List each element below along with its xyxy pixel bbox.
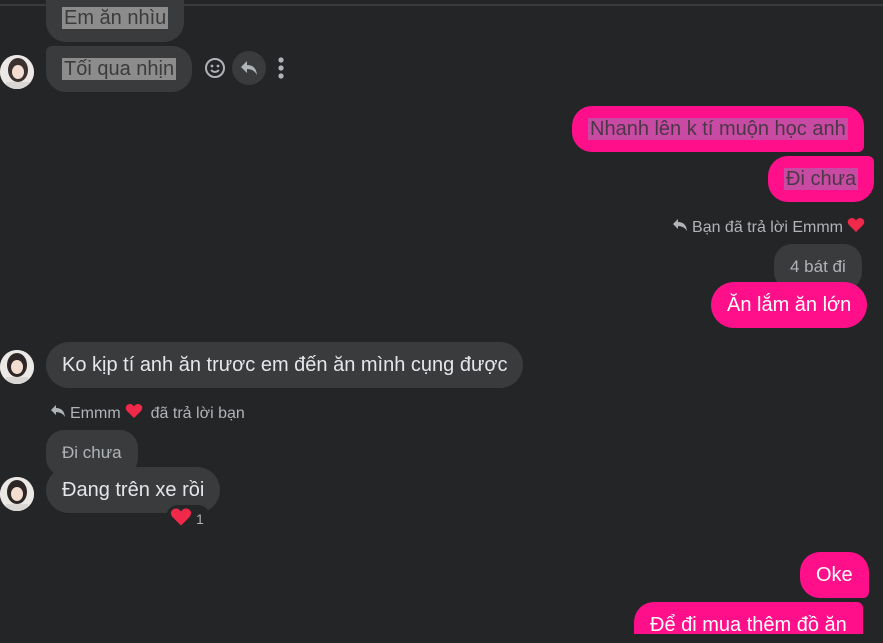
avatar[interactable]	[0, 55, 34, 89]
avatar[interactable]	[0, 477, 34, 511]
message-text: Em ăn nhìu	[62, 7, 169, 29]
message-text: Để đi mua thêm đồ ăn	[650, 614, 847, 634]
avatar[interactable]	[0, 350, 34, 384]
message-text: Ăn lắm ăn lớn	[727, 294, 852, 316]
reply-context-text: đã trả lời bạn	[150, 404, 245, 422]
reply-context: Emmm đã trả lời bạn	[50, 403, 245, 424]
heart-icon	[170, 507, 192, 530]
reply-arrow-icon	[50, 404, 66, 423]
message-incoming[interactable]: Em ăn nhìu	[46, 0, 185, 42]
message-incoming[interactable]: Ko kịp tí anh ăn trươc em đến ăn mình cụ…	[46, 342, 524, 388]
message-outgoing[interactable]: Oke	[800, 552, 869, 598]
message-text: Oke	[816, 564, 853, 586]
more-vertical-icon[interactable]	[272, 55, 290, 81]
reaction-badge[interactable]: 1	[166, 505, 210, 532]
heart-icon	[847, 217, 865, 238]
reply-context-text: Bạn đã trả lời Emmm	[692, 218, 843, 236]
message-incoming[interactable]: Tối qua nhịn	[46, 46, 193, 92]
quoted-text: 4 bát đi	[790, 257, 846, 276]
reply-context-name: Emmm	[70, 404, 121, 422]
message-outgoing[interactable]: Để đi mua thêm đồ ăn	[634, 602, 863, 634]
message-outgoing[interactable]: Nhanh lên k tí muộn học anh	[572, 106, 864, 152]
message-outgoing[interactable]: Ăn lắm ăn lớn	[711, 282, 868, 328]
message-text: Tối qua nhịn	[62, 58, 177, 80]
message-text: Nhanh lên k tí muộn học anh	[588, 118, 848, 140]
message-text: Ko kịp tí anh ăn trươc em đến ăn mình cụ…	[62, 354, 508, 376]
message-text: Đang trên xe rồi	[62, 479, 205, 501]
message-text: Đi chưa	[784, 168, 859, 190]
reply-context: Bạn đã trả lời Emmm	[672, 217, 865, 238]
reply-arrow-icon	[672, 218, 688, 237]
heart-icon	[125, 403, 143, 424]
quoted-text: Đi chưa	[62, 443, 122, 462]
message-outgoing[interactable]: Đi chưa	[768, 156, 875, 202]
reply-icon[interactable]	[232, 51, 266, 85]
smiley-icon[interactable]	[202, 55, 228, 81]
reaction-count: 1	[196, 510, 204, 527]
